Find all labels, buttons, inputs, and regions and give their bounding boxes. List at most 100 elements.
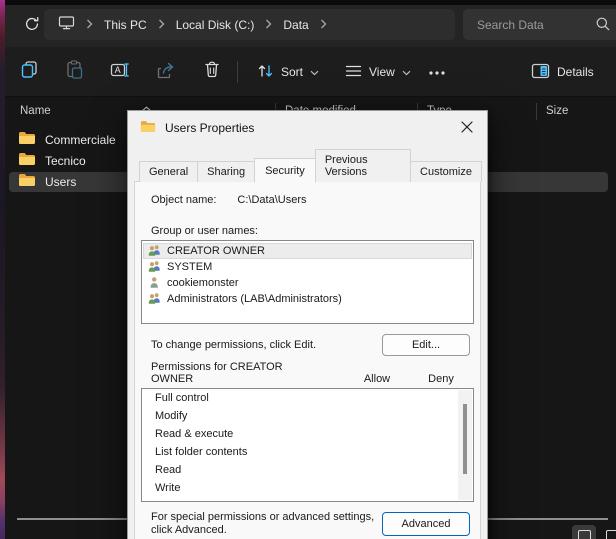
permissions-header-row: Permissions for CREATOR OWNER Allow Deny <box>141 361 474 385</box>
thumbnail-view-icon <box>606 530 616 539</box>
permission-row-write[interactable]: Write <box>142 479 473 497</box>
permission-row-special-permissions[interactable]: Special permissions <box>142 497 473 502</box>
principal-name: SYSTEM <box>167 261 212 273</box>
explorer-navbar: This PC Local Disk (C:) Data <box>5 5 616 47</box>
tab-general[interactable]: General <box>139 161 198 182</box>
edit-row: To change permissions, click Edit. Edit.… <box>141 334 474 356</box>
view-label: View <box>369 65 395 79</box>
details-view-toggle-button[interactable] <box>572 525 596 539</box>
group-icon <box>148 292 161 307</box>
share-button[interactable] <box>150 58 182 86</box>
search-input[interactable] <box>477 18 587 32</box>
file-name: Commerciale <box>45 133 116 147</box>
group-list-label: Group or user names: <box>151 225 474 237</box>
close-icon <box>461 121 473 136</box>
folder-icon <box>18 173 36 192</box>
column-header-size[interactable]: Size <box>546 105 568 117</box>
permissions-listbox[interactable]: Full control Modify Read & execute List … <box>141 388 474 502</box>
folder-icon <box>18 131 36 150</box>
principal-row-system[interactable]: SYSTEM <box>143 259 472 275</box>
tab-security[interactable]: Security <box>254 158 316 183</box>
permission-row-full-control[interactable]: Full control <box>142 389 473 407</box>
advanced-row: For special permissions or advanced sett… <box>141 511 474 537</box>
search-icon[interactable] <box>595 16 611 37</box>
column-separator[interactable] <box>536 103 537 120</box>
desktop-wallpaper-edge <box>0 0 5 539</box>
sort-button[interactable]: Sort <box>251 58 325 86</box>
breadcrumb-item-this-pc[interactable]: This PC <box>104 18 147 32</box>
principal-row-cookiemonster[interactable]: cookiemonster <box>143 275 472 291</box>
object-name-label: Object name: <box>151 194 216 206</box>
permission-row-list-folder-contents[interactable]: List folder contents <box>142 443 473 461</box>
principal-name: CREATOR OWNER <box>167 245 265 257</box>
breadcrumb-item-data[interactable]: Data <box>283 18 308 32</box>
edit-button[interactable]: Edit... <box>382 334 470 356</box>
principal-row-administrators[interactable]: Administrators (LAB\Administrators) <box>143 291 472 307</box>
details-view-icon <box>578 530 591 539</box>
rename-button[interactable]: A <box>104 58 136 86</box>
chevron-right-icon <box>86 16 93 34</box>
permissions-for-label: Permissions for CREATOR OWNER <box>151 361 301 385</box>
more-icon <box>428 63 446 81</box>
dialog-title: Users Properties <box>165 121 254 135</box>
copy-button[interactable] <box>13 58 45 86</box>
advanced-hint-text: For special permissions or advanced sett… <box>151 511 382 537</box>
chevron-right-icon <box>265 16 272 34</box>
paste-icon <box>65 60 83 84</box>
permissions-scrollbar[interactable] <box>458 390 472 500</box>
allow-column-header: Allow <box>346 373 408 385</box>
paste-button[interactable] <box>58 58 90 86</box>
thumbnail-view-toggle-button[interactable] <box>600 525 616 539</box>
share-icon <box>157 61 176 84</box>
permission-row-read[interactable]: Read <box>142 461 473 479</box>
copy-icon <box>20 60 39 84</box>
svg-text:A: A <box>115 65 121 75</box>
sort-icon <box>257 63 274 82</box>
folder-icon <box>18 152 36 171</box>
principal-name: cookiemonster <box>167 277 239 289</box>
permission-row-read-execute[interactable]: Read & execute <box>142 425 473 443</box>
close-button[interactable] <box>456 117 478 139</box>
breadcrumb: This PC Local Disk (C:) Data <box>44 9 455 40</box>
toolbar-separator <box>237 61 238 83</box>
chevron-down-icon <box>402 65 411 79</box>
object-name-value: C:\Data\Users <box>237 194 306 206</box>
deny-column-header: Deny <box>408 373 474 385</box>
tab-sharing[interactable]: Sharing <box>197 161 255 182</box>
details-pane-icon <box>531 63 550 82</box>
permission-row-modify[interactable]: Modify <box>142 407 473 425</box>
explorer-toolbar: A Sort View <box>5 47 616 97</box>
search-box <box>463 9 616 40</box>
user-icon <box>148 276 161 291</box>
file-name: Tecnico <box>45 154 86 168</box>
delete-icon <box>203 60 221 84</box>
advanced-button[interactable]: Advanced <box>382 512 470 536</box>
edit-hint-text: To change permissions, click Edit. <box>141 339 382 351</box>
permissions-scrollbar-thumb[interactable] <box>463 404 467 474</box>
details-button[interactable]: Details <box>523 58 602 86</box>
this-pc-icon[interactable] <box>58 15 75 35</box>
file-name: Users <box>45 175 76 189</box>
properties-dialog: Users Properties General Sharing Securit… <box>127 110 488 539</box>
principal-row-creator-owner[interactable]: CREATOR OWNER <box>143 243 472 259</box>
view-button[interactable]: View <box>339 58 417 86</box>
tab-previous-versions[interactable]: Previous Versions <box>315 149 411 182</box>
delete-button[interactable] <box>196 58 228 86</box>
more-options-button[interactable] <box>421 58 453 86</box>
dialog-titlebar[interactable]: Users Properties <box>128 111 487 145</box>
column-header-name[interactable]: Name <box>20 105 51 117</box>
object-name-row: Object name: C:\Data\Users <box>151 194 474 206</box>
folder-icon <box>140 120 156 136</box>
screen: This PC Local Disk (C:) Data <box>0 0 616 539</box>
breadcrumb-item-local-disk-c[interactable]: Local Disk (C:) <box>176 18 255 32</box>
dialog-tabs: General Sharing Security Previous Versio… <box>134 149 481 182</box>
rename-icon: A <box>110 61 130 84</box>
group-user-listbox[interactable]: CREATOR OWNER SYSTEM cookiemonster <box>141 240 474 324</box>
group-icon <box>148 244 161 259</box>
sort-label: Sort <box>281 65 303 79</box>
chevron-right-icon <box>158 16 165 34</box>
refresh-icon <box>24 16 40 37</box>
refresh-button[interactable] <box>19 13 45 39</box>
security-tab-page: Object name: C:\Data\Users Group or user… <box>134 181 481 539</box>
tab-customize[interactable]: Customize <box>410 161 482 182</box>
